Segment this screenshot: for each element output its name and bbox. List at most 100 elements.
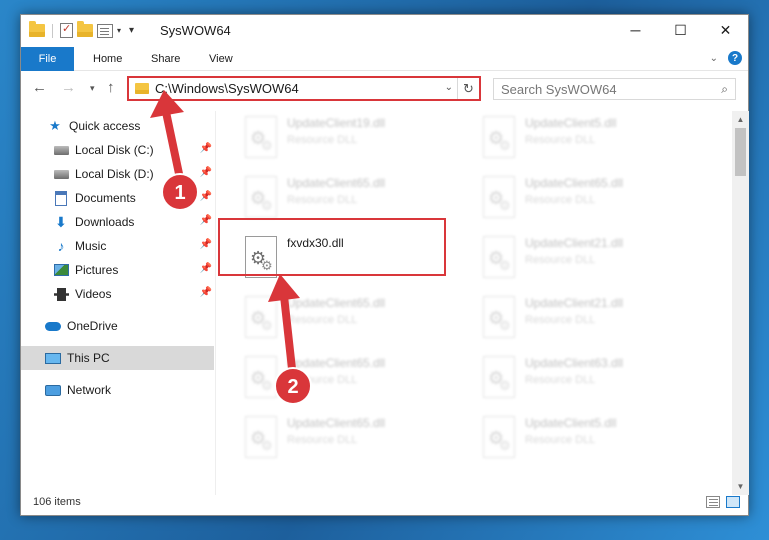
file-item[interactable]: ⚙ ⚙ UpdateClient65.dll Resource DLL [241, 351, 469, 407]
tab-view[interactable]: View [197, 47, 245, 71]
dll-file-icon: ⚙ ⚙ [245, 116, 277, 158]
address-dropdown-icon[interactable]: ⌄ [445, 82, 453, 93]
expand-ribbon-icon[interactable]: ⌄ [710, 53, 718, 64]
dll-file-icon: ⚙ ⚙ [483, 416, 515, 458]
file-name: UpdateClient65.dll [525, 176, 624, 190]
network-icon [45, 382, 61, 398]
item-count: 106 items [33, 496, 81, 508]
folder-icon [29, 21, 45, 37]
help-icon[interactable]: ? [728, 51, 742, 65]
sidebar-item-label: Network [67, 383, 112, 397]
file-type: Resource DLL [525, 314, 596, 326]
scroll-thumb[interactable] [735, 128, 746, 176]
file-type: Resource DLL [287, 314, 358, 326]
dll-file-icon: ⚙ ⚙ [483, 236, 515, 278]
file-item[interactable]: ⚙ ⚙ UpdateClient5.dll Resource DLL [479, 411, 707, 467]
refresh-icon[interactable]: ↻ [457, 78, 479, 99]
vertical-scrollbar[interactable]: ▲ ▼ [732, 111, 749, 495]
maximize-button[interactable]: ☐ [658, 15, 703, 45]
file-item[interactable]: ⚙ ⚙ UpdateClient19.dll Resource DLL [241, 111, 469, 167]
sidebar-item-downloads[interactable]: ⬇ Downloads 📌 [21, 210, 214, 234]
file-type: Resource DLL [287, 374, 358, 386]
drive-icon [53, 166, 69, 182]
pin-icon[interactable]: 📌 [200, 263, 212, 274]
file-name: UpdateClient5.dll [525, 116, 617, 130]
file-item[interactable]: ⚙ ⚙ UpdateClient21.dll Resource DLL [479, 291, 707, 347]
sidebar-item-videos[interactable]: Videos 📌 [21, 282, 214, 306]
search-input[interactable]: Search SysWOW64 ⌕ [493, 78, 736, 100]
new-folder-icon[interactable] [77, 21, 93, 37]
ribbon-right: ⌄ ? [710, 51, 742, 65]
file-type: Resource DLL [525, 134, 596, 146]
sidebar-item-local-disk-d[interactable]: Local Disk (D:) 📌 [21, 162, 214, 186]
sidebar-item-label: Quick access [69, 119, 141, 133]
tab-file[interactable]: File [21, 47, 74, 71]
sidebar-item-label: Downloads [75, 215, 135, 229]
dll-file-icon: ⚙ ⚙ [483, 176, 515, 218]
file-item[interactable]: ⚙ ⚙ UpdateClient65.dll Resource DLL [479, 171, 707, 227]
recent-locations-icon[interactable]: ▾ [90, 83, 95, 94]
minimize-button[interactable]: ─ [613, 15, 658, 45]
file-item[interactable]: ⚙ ⚙ UpdateClient21.dll Resource DLL [479, 231, 707, 287]
file-name: UpdateClient21.dll [525, 236, 624, 250]
tab-share[interactable]: Share [139, 47, 192, 71]
sidebar-item-label: This PC [67, 351, 110, 365]
sidebar-item-label: Videos [75, 287, 112, 301]
pin-icon[interactable]: 📌 [200, 143, 212, 154]
close-button[interactable]: ✕ [703, 15, 748, 45]
file-name: UpdateClient21.dll [525, 296, 624, 310]
address-path[interactable]: C:\Windows\SysWOW64 [155, 81, 299, 96]
up-arrow-icon[interactable]: ↑ [107, 79, 115, 96]
search-icon[interactable]: ⌕ [721, 82, 728, 97]
customize-qat-icon[interactable]: ▾ [129, 25, 134, 36]
sidebar-item-music[interactable]: ♪ Music 📌 [21, 234, 214, 258]
highlight-box-file [218, 218, 446, 276]
properties-icon[interactable] [60, 22, 73, 38]
sidebar-item-quick-access[interactable]: ★ Quick access [21, 114, 214, 138]
window-controls: ─ ☐ ✕ [613, 15, 748, 45]
sidebar-item-label: Local Disk (C:) [75, 143, 154, 157]
sidebar-item-network[interactable]: Network [21, 378, 214, 402]
forward-arrow-icon[interactable]: → [61, 79, 76, 96]
film-icon [53, 286, 69, 302]
pin-icon[interactable]: 📌 [200, 167, 212, 178]
file-item[interactable]: ⚙ ⚙ UpdateClient5.dll Resource DLL [479, 111, 707, 167]
file-type: Resource DLL [525, 194, 596, 206]
details-view-icon[interactable] [706, 496, 720, 508]
sidebar-item-this-pc[interactable]: This PC [21, 346, 214, 370]
pin-icon[interactable]: 📌 [200, 239, 212, 250]
file-item[interactable]: ⚙ ⚙ UpdateClient63.dll Resource DLL [479, 351, 707, 407]
address-bar[interactable]: C:\Windows\SysWOW64 ⌄ ↻ [127, 76, 481, 101]
scroll-up-icon[interactable]: ▲ [732, 111, 749, 128]
sidebar-item-label: Pictures [75, 263, 119, 277]
file-type: Resource DLL [525, 374, 596, 386]
views-icon[interactable] [97, 23, 113, 38]
file-name: UpdateClient63.dll [525, 356, 624, 370]
computer-icon [45, 350, 61, 366]
file-item[interactable]: ⚙ ⚙ UpdateClient65.dll Resource DLL [241, 291, 469, 347]
file-type: Resource DLL [525, 254, 596, 266]
back-arrow-icon[interactable]: ← [32, 79, 47, 96]
pin-icon[interactable]: 📌 [200, 287, 212, 298]
qat-dropdown-icon[interactable]: ▾ [117, 26, 121, 35]
sidebar-item-local-disk-c[interactable]: Local Disk (C:) 📌 [21, 138, 214, 162]
download-icon: ⬇ [55, 213, 67, 230]
file-type: Resource DLL [287, 134, 358, 146]
sidebar-item-pictures[interactable]: Pictures 📌 [21, 258, 214, 282]
dll-file-icon: ⚙ ⚙ [245, 356, 277, 398]
sidebar-item-label: OneDrive [67, 319, 118, 333]
sidebar-item-documents[interactable]: Documents 📌 [21, 186, 214, 210]
file-name: UpdateClient5.dll [525, 416, 617, 430]
file-item[interactable]: ⚙ ⚙ UpdateClient65.dll Resource DLL [241, 411, 469, 467]
file-name: UpdateClient65.dll [287, 416, 386, 430]
tab-home[interactable]: Home [81, 47, 134, 71]
sidebar-item-onedrive[interactable]: OneDrive [21, 314, 214, 338]
file-name: UpdateClient65.dll [287, 356, 386, 370]
dll-file-icon: ⚙ ⚙ [483, 356, 515, 398]
pin-icon[interactable]: 📌 [200, 215, 212, 226]
sidebar-item-label: Documents [75, 191, 136, 205]
large-icons-view-icon[interactable] [726, 496, 740, 508]
window-title: SysWOW64 [160, 23, 231, 38]
dll-file-icon: ⚙ ⚙ [245, 176, 277, 218]
pin-icon[interactable]: 📌 [200, 191, 212, 202]
